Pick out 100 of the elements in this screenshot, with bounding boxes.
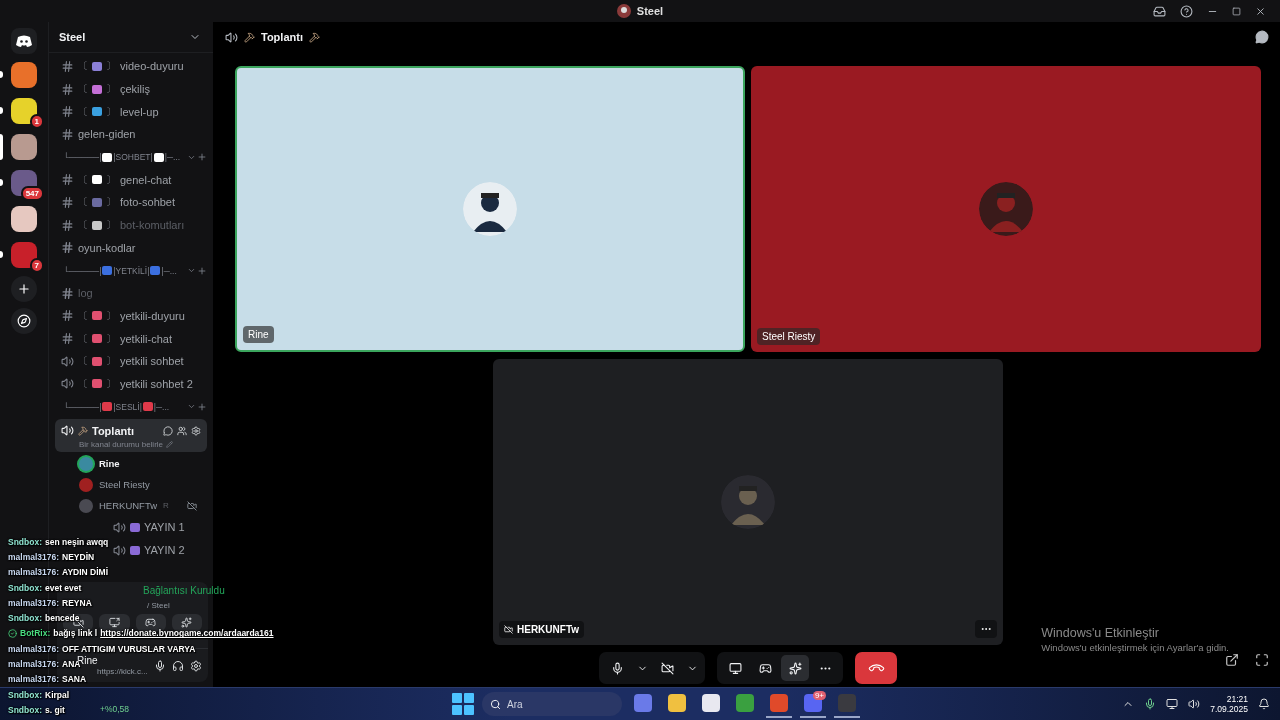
chat-author: Sndbox: <box>8 536 42 547</box>
channel-item[interactable]: 〔 〕 genel-chat <box>55 168 207 192</box>
inbox-icon[interactable] <box>1153 4 1166 18</box>
plus-icon[interactable] <box>197 401 207 412</box>
search-input[interactable]: Ara <box>507 694 614 714</box>
hang-up-button[interactable] <box>855 652 897 684</box>
channel-item[interactable]: 〔 〕 foto-sohbet <box>55 191 207 214</box>
search-box[interactable]: Ara <box>482 692 622 716</box>
video-tile[interactable]: Steel Riesty <box>751 66 1261 352</box>
channel-name: oyun-kodlar <box>78 241 136 254</box>
invite-icon[interactable] <box>177 425 187 436</box>
settings-icon[interactable] <box>190 659 202 672</box>
notification-icon[interactable] <box>1258 698 1270 710</box>
voice-member[interactable]: Steel Riesty <box>55 474 207 495</box>
bracket: 〔 <box>78 308 88 323</box>
help-icon[interactable] <box>1180 4 1193 18</box>
bracket: 〔 <box>78 218 88 233</box>
popout-button[interactable] <box>1225 653 1239 667</box>
channel-name: bot-komutları <box>120 219 185 232</box>
fullscreen-button[interactable] <box>1255 653 1269 667</box>
bracket: 〔 <box>78 104 88 119</box>
start-button[interactable] <box>452 693 474 715</box>
bracket: 〔 <box>78 82 88 97</box>
chat-link[interactable]: https://donate.bynogame.com/ardaarda161 <box>100 628 274 639</box>
app-icon <box>668 694 686 712</box>
volume-icon[interactable] <box>1188 698 1201 710</box>
channel-item[interactable]: 〔 〕 level-up <box>55 100 207 124</box>
category-name: |─... <box>164 152 181 163</box>
channel-name: yetkili-chat <box>120 332 172 345</box>
chat-message: SANA <box>62 674 87 685</box>
chat-icon[interactable] <box>163 425 173 436</box>
voice-member[interactable]: Rine <box>55 453 207 474</box>
participant-name: HERKUNFTw <box>499 621 585 638</box>
speaker-icon <box>61 424 74 437</box>
network-icon[interactable] <box>1166 698 1179 710</box>
server-icon[interactable] <box>11 98 37 124</box>
headphones-icon[interactable] <box>172 659 184 672</box>
hash-icon <box>61 127 74 141</box>
channel-item[interactable]: 〔 〕 yetkili sohbet <box>55 349 207 373</box>
bracket: 〔 <box>78 376 88 391</box>
chat-author: malmal3176: <box>8 674 60 685</box>
channel-item[interactable]: 〔 〕 video-duyuru <box>55 55 207 78</box>
soundboard-button[interactable] <box>171 614 202 631</box>
channel-item[interactable]: 〔 〕 yetkili-chat <box>55 327 207 350</box>
mic-icon[interactable] <box>1144 698 1157 710</box>
video-tile[interactable]: HERKUNFTw <box>493 359 1003 645</box>
server-icon[interactable] <box>11 62 37 88</box>
speaker-icon <box>225 30 238 44</box>
chat-message: Kirpal <box>45 689 70 700</box>
server-icon[interactable] <box>11 134 37 160</box>
server-avatar-icon <box>616 4 631 18</box>
channel-name: yetkili-duyuru <box>120 309 185 322</box>
chat-author: malmal3176: <box>8 567 60 578</box>
channel-item[interactable]: oyun-kodlar <box>55 236 207 260</box>
hash-icon <box>61 332 74 346</box>
bracket: 〕 <box>106 376 116 391</box>
bracket: 〔 <box>78 354 88 369</box>
participant-name: Steel Riesty <box>757 328 821 345</box>
close-icon[interactable] <box>1255 5 1266 17</box>
chat-author: malmal3176: <box>8 551 60 562</box>
chat-author: Sndbox: <box>8 689 42 700</box>
clock-time: 21:21 <box>1226 694 1248 704</box>
camera-off-icon <box>660 661 674 675</box>
plus-icon[interactable] <box>197 152 207 163</box>
channel-item[interactable]: 〔 〕 yetkili-duyuru <box>55 304 207 328</box>
maximize-icon[interactable] <box>1232 6 1241 16</box>
plus-icon[interactable] <box>197 265 207 276</box>
more-button[interactable] <box>975 620 997 638</box>
video-tile[interactable]: Rine <box>235 66 745 352</box>
activity-button[interactable] <box>135 614 166 631</box>
discord-logo-icon[interactable] <box>11 28 37 54</box>
channel-name: Toplantı <box>92 424 135 437</box>
screen-share-button[interactable] <box>99 614 130 631</box>
category-name: |SOHBET| <box>113 152 153 163</box>
channel-item[interactable]: 〔 〕 çekiliş <box>55 77 207 101</box>
channel-item[interactable]: gelen-giden <box>55 123 207 146</box>
app-icon <box>634 694 652 712</box>
chat-icon[interactable] <box>1255 30 1269 44</box>
chat-author: BotRix: <box>20 628 51 639</box>
channel-item[interactable]: YAYIN 1 <box>107 516 207 539</box>
hash-icon <box>61 309 74 323</box>
voice-channel-item[interactable]: Toplantı Bir kanal durumu belirle <box>55 419 207 452</box>
soundboard-button[interactable] <box>781 655 809 681</box>
channel-name: yetkili sohbet 2 <box>120 377 193 390</box>
chat-message: s. git <box>45 704 65 715</box>
bracket: 〔 <box>78 172 88 187</box>
add-server-button[interactable] <box>11 276 37 302</box>
server-icon[interactable] <box>11 206 37 232</box>
channel-item[interactable]: 〔 〕 yetkili sohbet 2 <box>55 372 207 396</box>
channel-name: yetkili sohbet <box>120 355 184 368</box>
discover-button[interactable] <box>11 308 37 334</box>
settings-icon[interactable] <box>191 425 201 436</box>
voice-member[interactable]: HERKUNFTw R <box>55 495 207 516</box>
channel-name: YAYIN 1 <box>144 521 185 534</box>
channel-item[interactable]: YAYIN 2 <box>107 538 207 562</box>
mic-icon[interactable] <box>154 659 166 672</box>
chat-message: AYDIN DİMİ <box>62 567 109 578</box>
channel-name: çekiliş <box>120 83 150 96</box>
channel-item[interactable]: 〔 〕 bot-komutları <box>55 213 207 237</box>
bracket: 〕 <box>106 308 116 323</box>
